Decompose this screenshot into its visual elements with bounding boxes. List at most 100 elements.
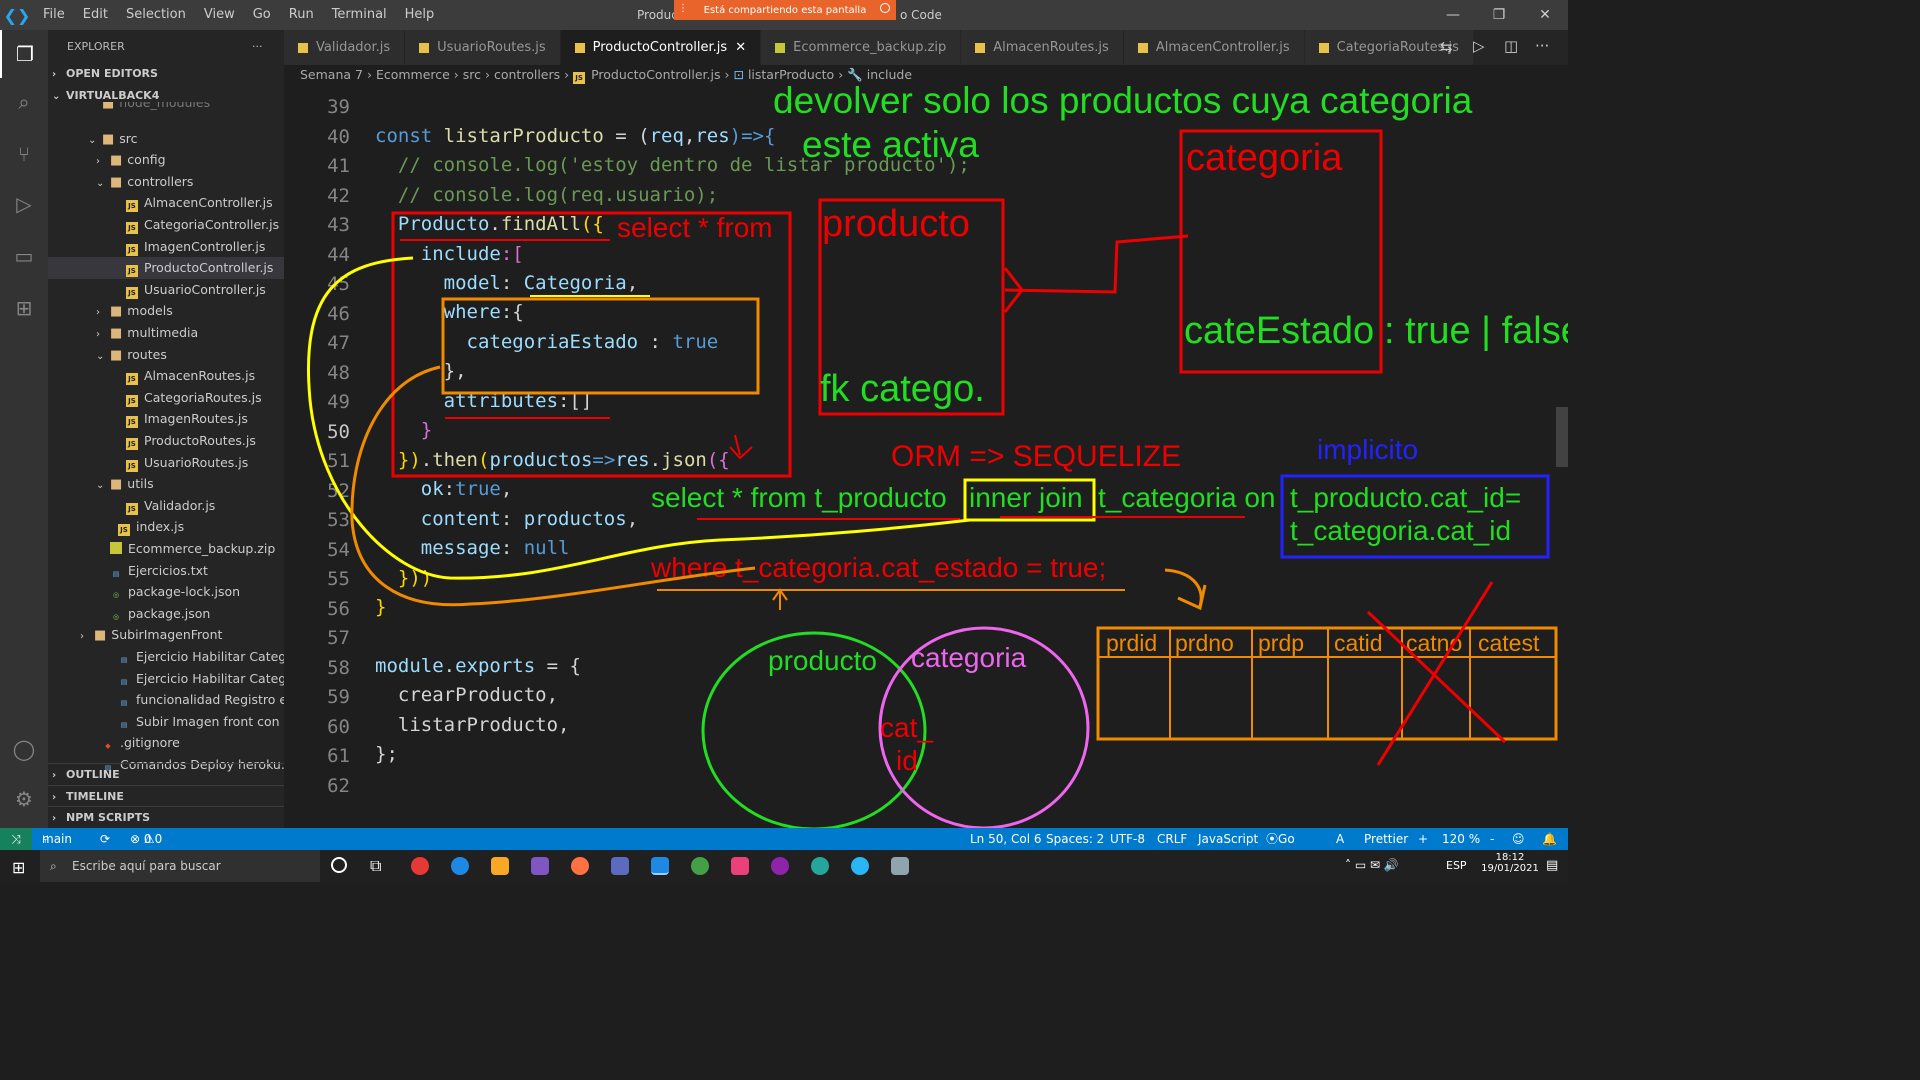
npm-scripts-section[interactable]: › NPM SCRIPTS xyxy=(48,806,284,828)
clock[interactable]: 18:12 19/01/2021 xyxy=(1480,852,1540,874)
file-item[interactable]: JS ProductoController.js xyxy=(48,257,284,279)
close-window-button[interactable]: ✕ xyxy=(1522,0,1568,30)
file-item[interactable]: Ecommerce_backup.zip xyxy=(48,538,284,560)
crumb[interactable]: ProductoController.js xyxy=(591,67,720,82)
explorer-icon[interactable]: ❐ xyxy=(0,30,48,78)
run-debug-icon[interactable]: ▷ xyxy=(0,180,48,228)
chrome-profile-icon[interactable] xyxy=(451,857,469,875)
app-icon[interactable] xyxy=(611,857,629,875)
file-item[interactable]: JS AlmacenRoutes.js xyxy=(48,365,284,387)
tab-producto-controller[interactable]: ProductoController.js ✕ xyxy=(560,30,762,65)
file-item[interactable]: ▤ Ejercicio Habilitar Categoria a... xyxy=(48,646,284,668)
close-tab-icon[interactable]: ✕ xyxy=(735,30,746,65)
file-item[interactable]: ◆ .gitignore xyxy=(48,732,284,754)
menu-go[interactable]: Go xyxy=(244,0,280,30)
folder-item[interactable]: › ■ models xyxy=(48,300,284,322)
file-explorer-icon[interactable] xyxy=(491,857,509,875)
zoom-out-icon[interactable]: - xyxy=(1490,828,1494,850)
file-item[interactable]: JS CategoriaController.js xyxy=(48,214,284,236)
app-icon[interactable] xyxy=(851,857,869,875)
zoom-level[interactable]: 120 % xyxy=(1442,828,1480,850)
crumb[interactable]: Ecommerce xyxy=(376,67,450,82)
font-icon[interactable]: A xyxy=(1336,828,1344,850)
file-item[interactable]: ◎ package.json xyxy=(48,603,284,625)
folder-item[interactable]: ⌄ ■ controllers xyxy=(48,171,284,193)
tab-almacen-controller[interactable]: AlmacenController.js xyxy=(1123,30,1305,65)
input-language[interactable]: ESP xyxy=(1446,859,1467,872)
folder-item[interactable]: › ■ config xyxy=(48,149,284,171)
action-center-icon[interactable]: ▤ xyxy=(1546,858,1558,873)
file-item[interactable]: JS index.js xyxy=(48,516,284,538)
extensions-icon[interactable]: ⊞ xyxy=(0,284,48,332)
postman-icon[interactable] xyxy=(571,857,589,875)
menu-view[interactable]: View xyxy=(195,0,244,30)
file-item[interactable]: JS Validador.js xyxy=(48,495,284,517)
folder-item[interactable]: ⌄ ■ routes xyxy=(48,344,284,366)
menu-file[interactable]: File xyxy=(34,0,74,30)
app-icon[interactable] xyxy=(691,857,709,875)
app-icon[interactable] xyxy=(891,857,909,875)
tab-usuario-routes[interactable]: UsuarioRoutes.js xyxy=(405,30,561,65)
windows-start-icon[interactable]: ⊞ xyxy=(12,858,25,877)
figma-icon[interactable] xyxy=(731,857,749,875)
folder-item[interactable]: ⌄ ■ src xyxy=(48,128,284,150)
prettier-status[interactable]: Prettier xyxy=(1364,828,1408,850)
settings-gear-icon[interactable]: ⚙ xyxy=(0,775,48,823)
folder-item[interactable]: ⌄ ■ utils xyxy=(48,473,284,495)
screen-share-banner[interactable]: ⋮ Está compartiendo esta pantalla xyxy=(674,0,896,20)
cursor-position[interactable]: Ln 50, Col 6 xyxy=(970,828,1042,850)
app-icon[interactable] xyxy=(771,857,789,875)
run-file-icon[interactable]: ▷ xyxy=(1473,37,1485,55)
remote-icon[interactable]: ⤨ xyxy=(0,828,32,850)
file-item[interactable]: ▤ Subir Imagen front con back.... xyxy=(48,711,284,733)
stop-share-icon[interactable] xyxy=(880,3,890,13)
file-item[interactable]: JS ImagenRoutes.js xyxy=(48,408,284,430)
cortana-icon[interactable] xyxy=(331,857,347,873)
accounts-icon[interactable]: ◯ xyxy=(0,725,48,773)
file-item[interactable]: ▤ Ejercicios.txt xyxy=(48,560,284,582)
code-editor[interactable]: 39 40 41 42 43 44 45 46 47 48 49 50 51 52 53 54 55 56 57 58… xyxy=(284,87,1568,828)
crumb[interactable]: listarProducto xyxy=(748,67,834,82)
menu-terminal[interactable]: Terminal xyxy=(323,0,396,30)
zoom-in-icon[interactable]: + xyxy=(1418,828,1428,850)
problems-indicator[interactable]: ⊗ 0 ⚠ 0 xyxy=(130,828,162,850)
task-view-icon[interactable]: ⧉ xyxy=(370,856,381,876)
menu-help[interactable]: Help xyxy=(396,0,444,30)
crumb[interactable]: src xyxy=(463,67,481,82)
slack-icon[interactable] xyxy=(811,857,829,875)
file-item[interactable]: JS ProductoRoutes.js xyxy=(48,430,284,452)
search-icon[interactable]: ⌕ xyxy=(0,78,48,126)
crumb[interactable]: controllers xyxy=(494,67,560,82)
timeline-section[interactable]: › TIMELINE xyxy=(48,785,284,807)
line-endings[interactable]: CRLF xyxy=(1157,828,1187,850)
maximize-button[interactable]: ❐ xyxy=(1476,0,1522,30)
go-live-button[interactable]: ⦿ Go Live xyxy=(1266,828,1303,868)
vscode-taskbar-icon[interactable] xyxy=(651,857,669,875)
sync-icon[interactable]: ⟳ xyxy=(100,828,110,850)
file-item[interactable]: ◎ package-lock.json xyxy=(48,581,284,603)
menu-edit[interactable]: Edit xyxy=(74,0,117,30)
crumb[interactable]: Semana 7 xyxy=(300,67,363,82)
minimize-button[interactable]: — xyxy=(1430,0,1476,30)
file-item[interactable]: ▤ funcionalidad Registro e inici... xyxy=(48,689,284,711)
language-mode[interactable]: JavaScript xyxy=(1198,828,1258,850)
split-editor-icon[interactable]: ◫ xyxy=(1504,37,1518,55)
file-item[interactable]: JS CategoriaRoutes.js xyxy=(48,387,284,409)
crumb[interactable]: include xyxy=(867,67,912,82)
file-item[interactable]: JS ImagenController.js xyxy=(48,236,284,258)
app-icon[interactable] xyxy=(531,857,549,875)
folder-item[interactable]: › ■ SubirImagenFront xyxy=(48,624,284,646)
feedback-icon[interactable]: ☺ xyxy=(1512,828,1525,850)
file-item[interactable]: JS UsuarioRoutes.js xyxy=(48,452,284,474)
outline-section[interactable]: › OUTLINE xyxy=(48,763,284,785)
source-control-icon[interactable]: ⑂ xyxy=(0,130,48,178)
tab-almacen-routes[interactable]: AlmacenRoutes.js xyxy=(961,30,1124,65)
editor-more-icon[interactable]: ··· xyxy=(1535,37,1549,55)
chrome-icon[interactable] xyxy=(411,857,429,875)
taskbar-search[interactable]: ⌕ Escribe aquí para buscar xyxy=(40,850,320,882)
tab-validador[interactable]: Validador.js xyxy=(284,30,406,65)
tab-ecommerce-backup[interactable]: Ecommerce_backup.zip xyxy=(761,30,962,65)
remote-explorer-icon[interactable]: ▭ xyxy=(0,232,48,280)
notifications-icon[interactable]: 🔔 xyxy=(1542,828,1557,850)
menu-run[interactable]: Run xyxy=(280,0,323,30)
